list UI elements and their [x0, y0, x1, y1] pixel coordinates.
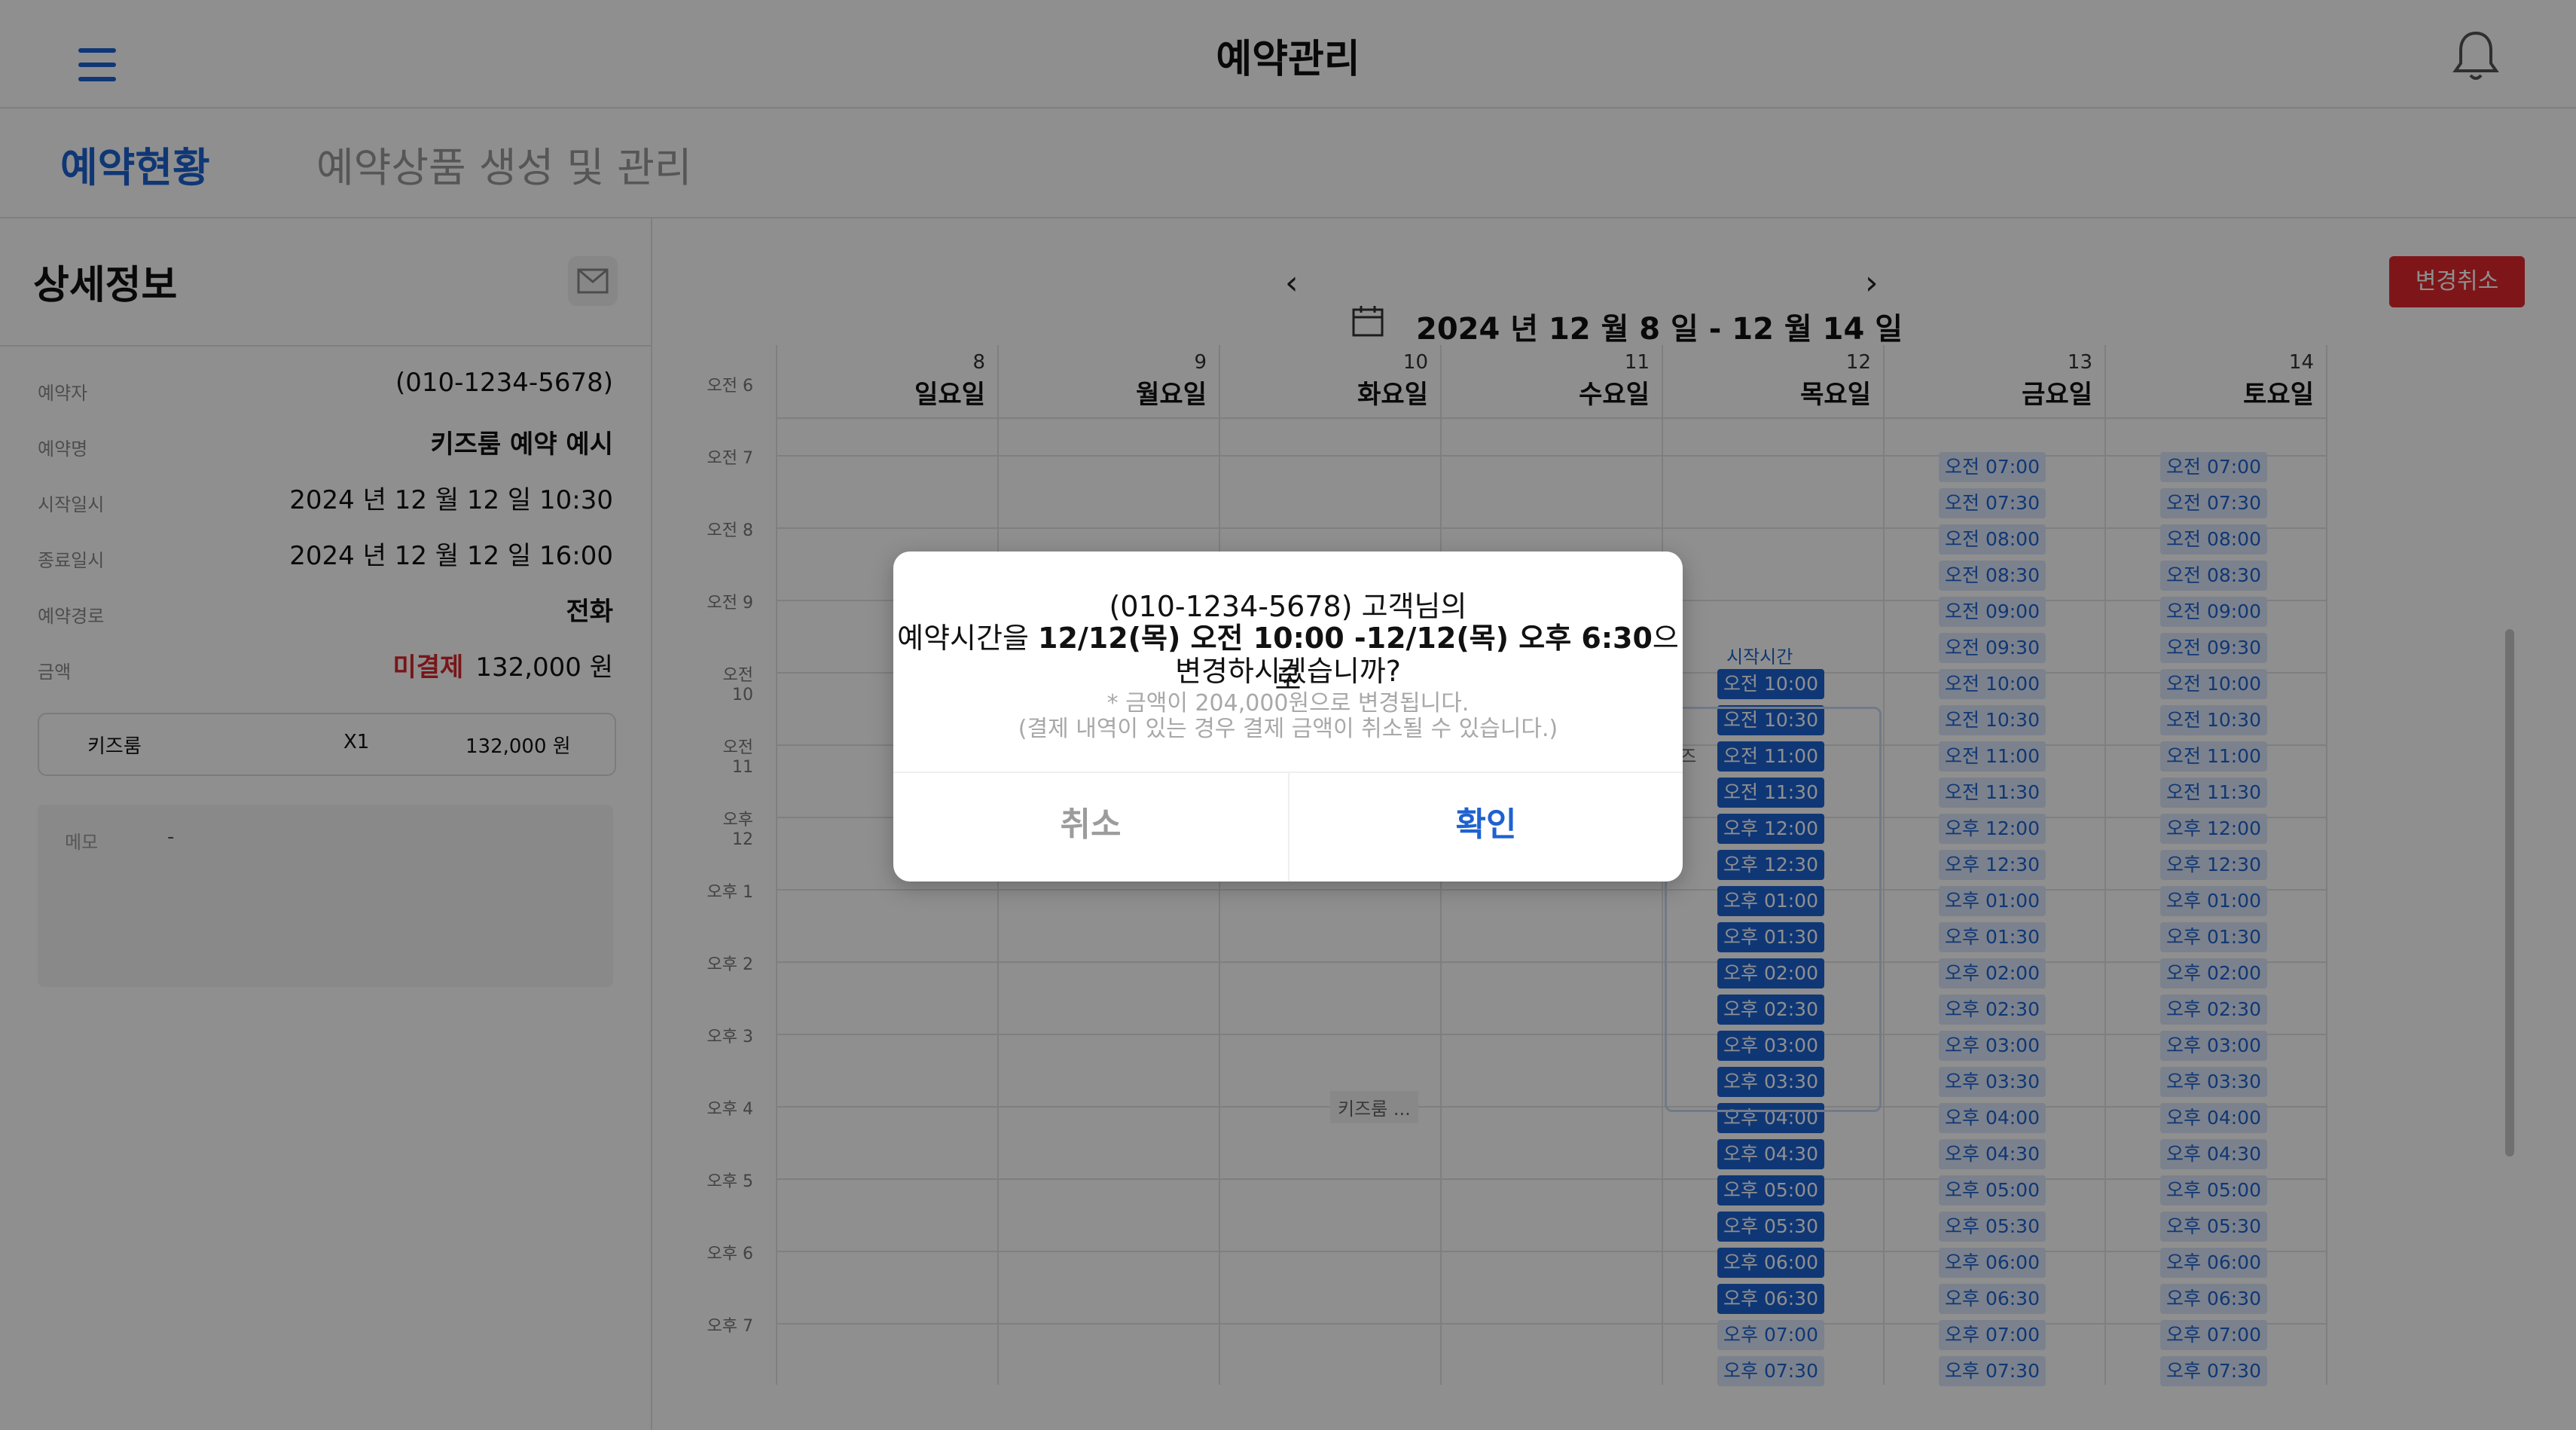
dialog-question: 변경하시겠습니까?	[1175, 655, 1401, 688]
dialog-refund-note: (결제 내역이 있는 경우 결제 금액이 취소될 수 있습니다.)	[1018, 716, 1558, 742]
dialog-cancel-button[interactable]: 취소	[893, 773, 1288, 882]
app-root: 예약관리 예약현황 예약상품 생성 및 관리 상세정보 예약자 (010-123…	[0, 0, 2576, 1430]
dialog-confirm-button[interactable]: 확인	[1290, 773, 1683, 882]
confirm-dialog: (010-1234-5678) 고객님의 예약시간을 12/12(목) 오전 1…	[893, 552, 1683, 882]
